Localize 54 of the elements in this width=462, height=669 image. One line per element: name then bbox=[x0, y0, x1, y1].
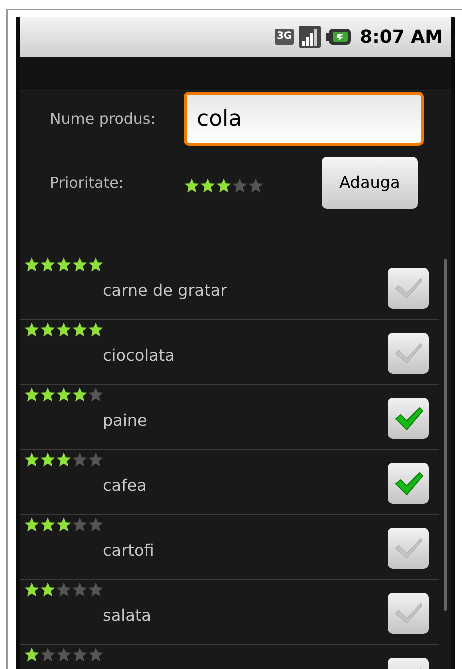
name-input-field[interactable]: cola bbox=[184, 92, 424, 146]
filled-star-icon bbox=[40, 257, 56, 273]
filled-star-icon bbox=[40, 387, 56, 403]
checkbox[interactable] bbox=[388, 463, 429, 504]
filled-star-icon bbox=[40, 582, 56, 598]
item-name: ciocolata bbox=[103, 345, 176, 367]
check-icon bbox=[394, 340, 424, 366]
filled-star-icon bbox=[56, 257, 72, 273]
network-indicator: 3G bbox=[274, 29, 294, 45]
check-icon bbox=[394, 406, 424, 432]
check-icon bbox=[394, 600, 424, 626]
filled-star-icon bbox=[216, 178, 232, 194]
filled-star-icon bbox=[24, 387, 40, 403]
name-label: Nume produs: bbox=[50, 108, 157, 130]
filled-star-icon bbox=[72, 322, 88, 338]
check-icon bbox=[394, 276, 424, 302]
check-icon bbox=[394, 536, 424, 562]
filled-star-icon bbox=[200, 178, 216, 194]
priority-label: Prioritate: bbox=[50, 172, 125, 194]
filled-star-icon bbox=[24, 647, 40, 663]
battery-icon bbox=[326, 28, 352, 46]
filled-star-icon bbox=[40, 517, 56, 533]
filled-star-icon bbox=[24, 582, 40, 598]
signal-icon bbox=[299, 26, 322, 48]
checkbox[interactable] bbox=[388, 268, 429, 309]
filled-star-icon bbox=[88, 257, 104, 273]
filled-star-icon bbox=[24, 452, 40, 468]
add-button[interactable]: Adauga bbox=[322, 157, 418, 209]
scrollbar[interactable] bbox=[444, 259, 446, 611]
checkbox[interactable] bbox=[388, 528, 429, 569]
filled-star-icon bbox=[56, 517, 72, 533]
clock: 8:07 AM bbox=[360, 26, 443, 50]
check-icon bbox=[394, 470, 424, 496]
filled-star-icon bbox=[88, 322, 104, 338]
filled-star-icon bbox=[56, 387, 72, 403]
checkbox[interactable] bbox=[388, 593, 429, 634]
filled-star-icon bbox=[72, 387, 88, 403]
filled-star-icon bbox=[24, 322, 40, 338]
filled-star-icon bbox=[40, 452, 56, 468]
checkbox[interactable] bbox=[388, 398, 429, 439]
item-name: carne de gratar bbox=[103, 280, 228, 302]
filled-star-icon bbox=[24, 517, 40, 533]
checkbox[interactable] bbox=[388, 333, 429, 374]
item-name: cafea bbox=[103, 475, 148, 497]
filled-star-icon bbox=[24, 257, 40, 273]
item-name: paine bbox=[103, 410, 148, 432]
filled-star-icon bbox=[56, 452, 72, 468]
item-name: salata bbox=[103, 605, 152, 627]
filled-star-icon bbox=[40, 322, 56, 338]
filled-star-icon bbox=[184, 178, 200, 194]
priority-rating[interactable] bbox=[184, 178, 264, 194]
filled-star-icon bbox=[56, 322, 72, 338]
item-name: cartofi bbox=[103, 540, 156, 562]
filled-star-icon bbox=[72, 257, 88, 273]
